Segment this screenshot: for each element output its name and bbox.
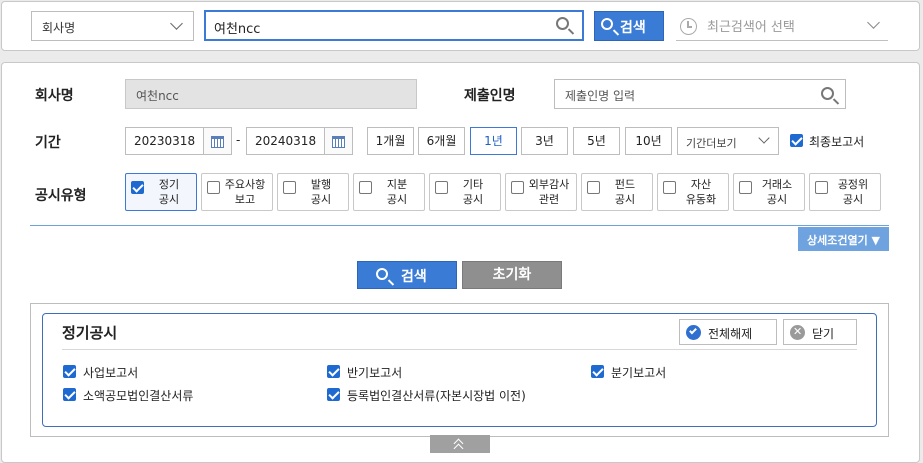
type-exchange-checkbox[interactable] xyxy=(739,181,752,194)
type-equity-button[interactable]: 지분 공시 xyxy=(353,173,425,211)
company-select-value: 회사명 xyxy=(42,21,76,35)
type-securitization-label: 자산 유동화 xyxy=(685,178,717,206)
type-ftc-checkbox[interactable] xyxy=(815,181,828,194)
submitter-placeholder: 제출인명 입력 xyxy=(565,89,636,103)
subtype-registered-settlement-label: 등록법인결산서류(자본시장법 이전) xyxy=(347,389,526,403)
period-10year-button[interactable]: 10년 xyxy=(625,127,672,155)
type-major-report-button[interactable]: 주요사항 보고 xyxy=(201,173,273,211)
company-label: 회사명 xyxy=(35,88,74,104)
type-regular-checkbox[interactable] xyxy=(131,181,144,194)
close-x-glyph: ✕ xyxy=(793,325,803,338)
search-icon xyxy=(601,18,613,30)
subtype-half-report-checkbox[interactable] xyxy=(327,365,340,378)
type-securitization-checkbox[interactable] xyxy=(663,181,676,194)
type-exchange-label: 거래소 공시 xyxy=(761,178,793,206)
date-separator: - xyxy=(236,133,241,147)
date-to-input[interactable]: 20240318 xyxy=(246,127,353,155)
type-fund-button[interactable]: 펀드 공시 xyxy=(581,173,653,211)
subtype-half-report-label: 반기보고서 xyxy=(347,366,403,380)
form-divider xyxy=(30,225,889,226)
date-to-value: 20240318 xyxy=(255,134,317,148)
reset-button[interactable]: 초기화 xyxy=(462,261,562,289)
type-securitization-button[interactable]: 자산 유동화 xyxy=(657,173,729,211)
subtype-panel-title: 정기공시 xyxy=(62,324,118,342)
period-3year-button[interactable]: 3년 xyxy=(521,127,568,155)
company-name-value: 여천ncc xyxy=(136,89,179,103)
chevron-up-icon xyxy=(453,443,464,454)
collapse-button[interactable] xyxy=(430,435,490,454)
type-equity-label: 지분 공시 xyxy=(386,178,408,206)
period-more-select[interactable]: 기간더보기 xyxy=(677,127,779,155)
type-other-label: 기타 공시 xyxy=(462,178,484,206)
submitter-label: 제출인명 xyxy=(464,88,516,104)
top-search-button-label: 검색 xyxy=(620,20,646,36)
calendar-icon[interactable] xyxy=(203,128,231,154)
type-audit-checkbox[interactable] xyxy=(511,181,524,194)
type-major-report-label: 주요사항 보고 xyxy=(224,178,266,206)
recent-search-placeholder: 최근검색어 선택 xyxy=(707,20,795,35)
advanced-options-button[interactable]: 상세조건열기 ▼ xyxy=(798,227,889,251)
type-ftc-button[interactable]: 공정위 공시 xyxy=(809,173,881,211)
period-more-label: 기간더보기 xyxy=(686,137,737,150)
chevron-down-icon xyxy=(867,16,880,29)
final-report-label: 최종보고서 xyxy=(809,135,865,149)
company-name-field: 여천ncc xyxy=(125,79,417,109)
type-exchange-button[interactable]: 거래소 공시 xyxy=(733,173,805,211)
period-5year-button[interactable]: 5년 xyxy=(573,127,620,155)
search-input-value: 여천ncc xyxy=(214,22,261,37)
disclosure-type-label: 공시유형 xyxy=(35,188,87,204)
type-regular-button[interactable]: 정기 공시 xyxy=(125,173,197,211)
type-ftc-label: 공정위 공시 xyxy=(837,178,869,206)
period-1month-button[interactable]: 1개월 xyxy=(367,127,414,155)
period-label: 기간 xyxy=(35,135,61,151)
recent-search-select[interactable]: 최근검색어 선택 xyxy=(676,11,888,41)
type-regular-label: 정기 공시 xyxy=(158,178,180,206)
type-issuance-button[interactable]: 발행 공시 xyxy=(277,173,349,211)
date-from-value: 20230318 xyxy=(134,134,196,148)
close-button[interactable]: ✕ 닫기 xyxy=(783,319,857,345)
deselect-all-button[interactable]: 전체해제 xyxy=(679,319,777,345)
subtype-quarter-report-checkbox[interactable] xyxy=(591,365,604,378)
search-input[interactable]: 여천ncc xyxy=(204,10,584,41)
history-clock-icon xyxy=(680,18,697,35)
subtype-small-offering-label: 소액공모법인결산서류 xyxy=(83,389,194,403)
subtype-business-report-label: 사업보고서 xyxy=(83,366,139,380)
type-audit-label: 외부감사 관련 xyxy=(528,178,570,206)
subtype-small-offering-checkbox[interactable] xyxy=(63,388,76,401)
final-report-checkbox[interactable] xyxy=(790,134,803,147)
subtype-divider xyxy=(62,349,857,350)
type-audit-button[interactable]: 외부감사 관련 xyxy=(505,173,577,211)
type-other-checkbox[interactable] xyxy=(435,181,448,194)
search-icon[interactable] xyxy=(556,17,569,30)
type-fund-label: 펀드 공시 xyxy=(614,178,636,206)
close-label: 닫기 xyxy=(812,327,835,341)
top-search-button[interactable]: 검색 xyxy=(594,11,664,41)
company-select[interactable]: 회사명 xyxy=(31,11,194,41)
search-button[interactable]: 검색 xyxy=(357,261,457,289)
date-from-input[interactable]: 20230318 xyxy=(125,127,232,155)
deselect-all-label: 전체해제 xyxy=(708,327,753,341)
subtype-registered-settlement-checkbox[interactable] xyxy=(327,388,340,401)
calendar-icon[interactable] xyxy=(324,128,352,154)
type-issuance-label: 발행 공시 xyxy=(310,178,332,206)
period-6month-button[interactable]: 6개월 xyxy=(418,127,465,155)
type-fund-checkbox[interactable] xyxy=(587,181,600,194)
search-icon[interactable] xyxy=(821,87,834,100)
period-1year-button[interactable]: 1년 xyxy=(470,127,517,155)
type-equity-checkbox[interactable] xyxy=(359,181,372,194)
submitter-input[interactable]: 제출인명 입력 xyxy=(554,79,846,109)
type-major-report-checkbox[interactable] xyxy=(207,181,220,194)
subtype-quarter-report-label: 분기보고서 xyxy=(611,366,667,380)
subtype-business-report-checkbox[interactable] xyxy=(63,365,76,378)
search-button-label: 검색 xyxy=(401,269,427,285)
chevron-down-icon xyxy=(758,132,770,144)
advanced-options-label: 상세조건열기 ▼ xyxy=(807,234,881,247)
search-icon xyxy=(376,268,388,280)
chevron-down-icon xyxy=(170,17,183,30)
type-issuance-checkbox[interactable] xyxy=(283,181,296,194)
type-other-button[interactable]: 기타 공시 xyxy=(429,173,501,211)
